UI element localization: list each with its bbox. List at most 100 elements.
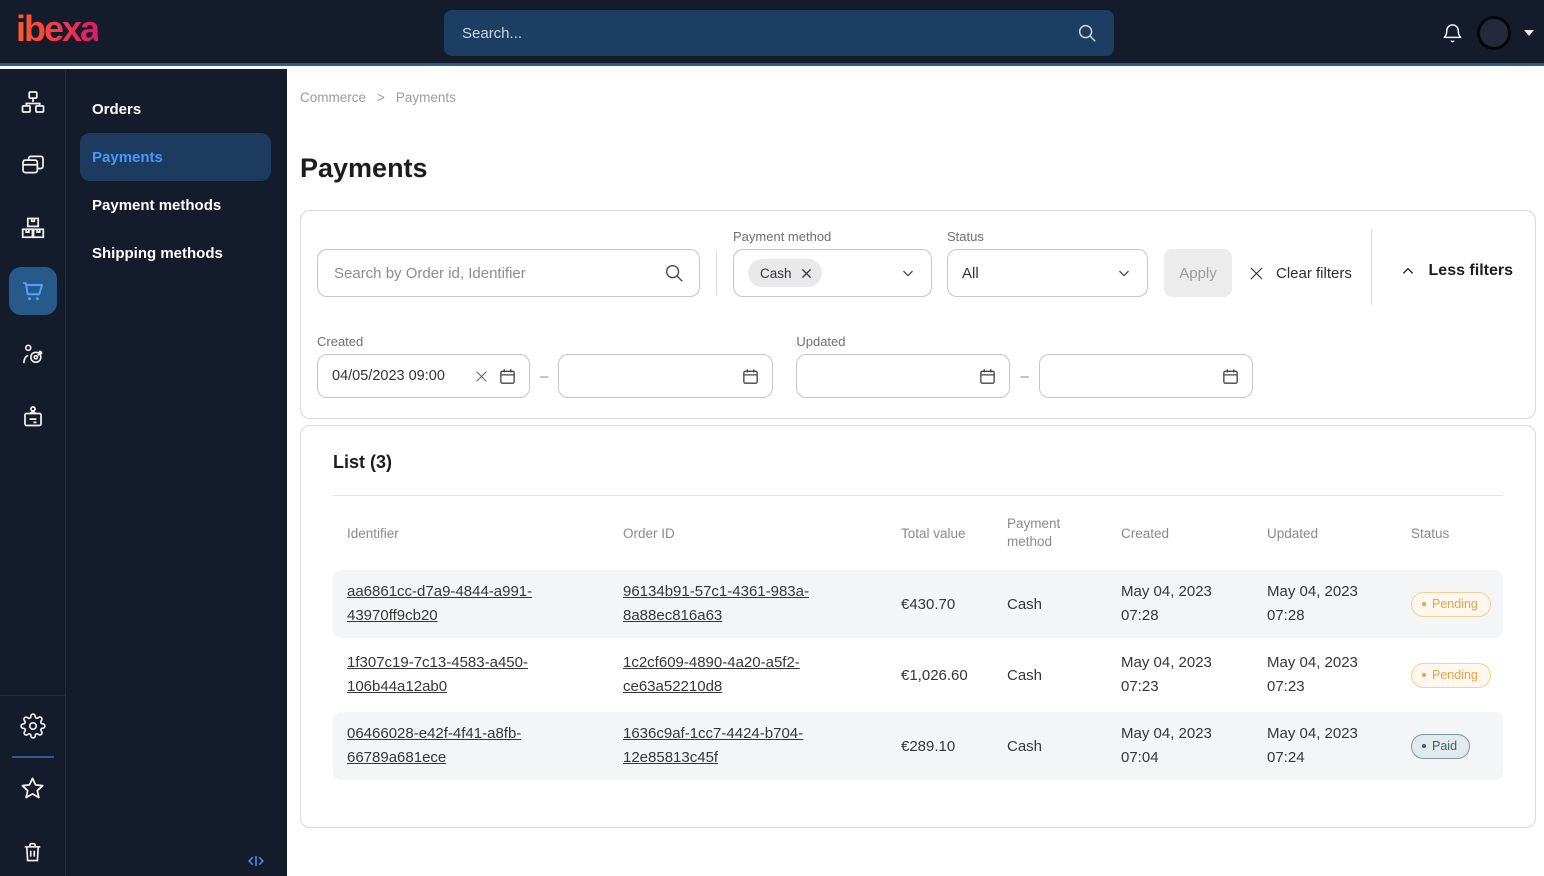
rail-divider-accent (11, 756, 54, 758)
identifier-link[interactable]: 06466028-e42f-4f41-a8fb-66789a681ece (347, 725, 521, 766)
submenu-item-payments[interactable]: Payments (80, 133, 271, 181)
payment-method-select[interactable]: Cash (733, 249, 932, 297)
submenu-item-payment-methods[interactable]: Payment methods (80, 181, 271, 229)
breadcrumb-separator: > (377, 90, 385, 105)
sidebar-item-bookmarks[interactable] (9, 764, 57, 812)
updated-to-input[interactable] (1051, 367, 1211, 385)
clear-filters-label: Clear filters (1276, 264, 1352, 282)
order-id-link[interactable]: 96134b91-57c1-4361-983a-8a88ec816a63 (623, 583, 809, 624)
status-badge: Paid (1411, 733, 1471, 759)
calendar-icon[interactable] (1221, 367, 1240, 386)
created-cell: May 04, 2023 07:28 (1121, 583, 1212, 624)
chip-label: Cash (760, 265, 792, 281)
column-header-created: Created (1121, 525, 1170, 541)
status-badge: Pending (1411, 591, 1491, 617)
trash-icon (24, 842, 41, 861)
created-from-field[interactable] (317, 354, 530, 398)
collapse-sidebar-button[interactable] (245, 850, 267, 872)
total-value-cell: €1,026.60 (901, 666, 968, 684)
ibexa-logo[interactable]: ibexa (16, 8, 100, 50)
payment-method-cell: Cash (1007, 595, 1043, 613)
personalization-target-icon (22, 344, 42, 364)
calendar-icon[interactable] (741, 367, 760, 386)
created-to-field[interactable] (558, 354, 774, 398)
column-header-updated: Updated (1267, 525, 1319, 541)
notifications-bell-icon[interactable] (1441, 22, 1464, 45)
admin-badge-icon (23, 406, 42, 427)
sidebar-item-trash[interactable] (9, 828, 57, 876)
order-id-link[interactable]: 1636c9af-1cc7-4424-b704-12e85813c45f (623, 725, 803, 766)
breadcrumb-commerce[interactable]: Commerce (300, 90, 366, 105)
payment-method-cell: Cash (1007, 666, 1043, 684)
less-filters-toggle[interactable]: Less filters (1394, 247, 1519, 295)
updated-from-field[interactable] (796, 354, 1011, 398)
global-search-input[interactable] (460, 23, 1076, 43)
sidebar-item-admin[interactable] (9, 393, 57, 441)
status-badge-label: Paid (1432, 738, 1458, 753)
sidebar-item-products[interactable] (9, 204, 57, 252)
submenu-item-label: Orders (92, 100, 142, 118)
less-filters-label: Less filters (1428, 262, 1513, 279)
main-content: Commerce > Payments Payments Payment met… (287, 69, 1544, 876)
search-icon[interactable] (1076, 22, 1098, 44)
commerce-submenu: Orders Payments Payment methods Shipping… (66, 69, 287, 876)
sidebar-item-commerce[interactable] (8, 267, 57, 315)
created-to-input[interactable] (571, 367, 732, 385)
sidebar-item-personalization[interactable] (9, 330, 57, 378)
settings-gear-icon (19, 713, 46, 739)
remove-chip-icon[interactable] (801, 268, 812, 279)
identifier-link[interactable]: aa6861cc-d7a9-4844-a991-43970ff9cb20 (347, 583, 532, 624)
clear-x-icon (1250, 266, 1263, 280)
column-header-payment-method: Payment method (1007, 515, 1061, 549)
date-range-separator: – (540, 367, 549, 385)
filter-search-box[interactable] (317, 249, 700, 297)
total-value-cell: €430.70 (901, 595, 956, 613)
rail-bottom-section (0, 695, 66, 876)
calendar-icon[interactable] (498, 367, 517, 386)
order-id-link[interactable]: 1c2cf609-4890-4a20-a5f2-ce63a52210d8 (623, 654, 800, 695)
topbar-actions (1441, 0, 1534, 66)
submenu-item-label: Payments (92, 148, 163, 166)
submenu-item-shipping-methods[interactable]: Shipping methods (80, 229, 271, 277)
column-header-order-id: Order ID (623, 525, 675, 541)
clear-filters-button[interactable]: Clear filters (1242, 249, 1358, 297)
user-menu-caret-icon[interactable] (1524, 30, 1534, 36)
clear-date-icon[interactable] (475, 370, 488, 383)
icon-rail (0, 69, 66, 876)
updated-label: Updated (796, 334, 846, 349)
calendar-icon[interactable] (978, 367, 997, 386)
chevron-up-icon (1402, 267, 1413, 274)
breadcrumb: Commerce > Payments (300, 90, 1544, 105)
table-row: 1f307c19-7c13-4583-a450-106b44a12ab0 1c2… (333, 641, 1503, 709)
sidebar-item-content[interactable] (9, 141, 57, 189)
updated-cell: May 04, 2023 07:28 (1267, 583, 1358, 624)
identifier-link[interactable]: 1f307c19-7c13-4583-a450-106b44a12ab0 (347, 654, 528, 695)
status-label: Status (947, 229, 984, 244)
filter-search-input[interactable] (332, 263, 663, 283)
submenu-item-orders[interactable]: Orders (80, 85, 271, 133)
chevron-down-icon (903, 270, 913, 277)
sidebar-item-site-structure[interactable] (9, 78, 57, 126)
bookmarks-star-icon (21, 776, 44, 798)
status-select[interactable]: All (947, 249, 1148, 297)
total-value-cell: €289.10 (901, 737, 956, 755)
updated-to-field[interactable] (1038, 354, 1253, 398)
column-header-total-value: Total value (901, 525, 966, 541)
user-avatar[interactable] (1477, 16, 1511, 50)
updated-cell: May 04, 2023 07:23 (1267, 654, 1358, 695)
sidebar-item-settings[interactable] (9, 702, 57, 750)
payment-method-chip: Cash (748, 259, 822, 287)
updated-from-input[interactable] (809, 367, 969, 385)
column-header-identifier: Identifier (347, 525, 399, 541)
apply-button[interactable]: Apply (1164, 249, 1232, 297)
status-select-value: All (962, 264, 979, 282)
payment-method-cell: Cash (1007, 737, 1043, 755)
submenu-item-label: Payment methods (92, 196, 222, 214)
search-icon[interactable] (663, 262, 685, 284)
table-row: 06466028-e42f-4f41-a8fb-66789a681ece 163… (333, 712, 1503, 780)
created-from-input[interactable] (330, 367, 465, 385)
date-range-separator: – (1020, 367, 1029, 385)
created-cell: May 04, 2023 07:23 (1121, 654, 1212, 695)
global-search[interactable] (444, 10, 1114, 56)
filters-divider (716, 251, 717, 295)
